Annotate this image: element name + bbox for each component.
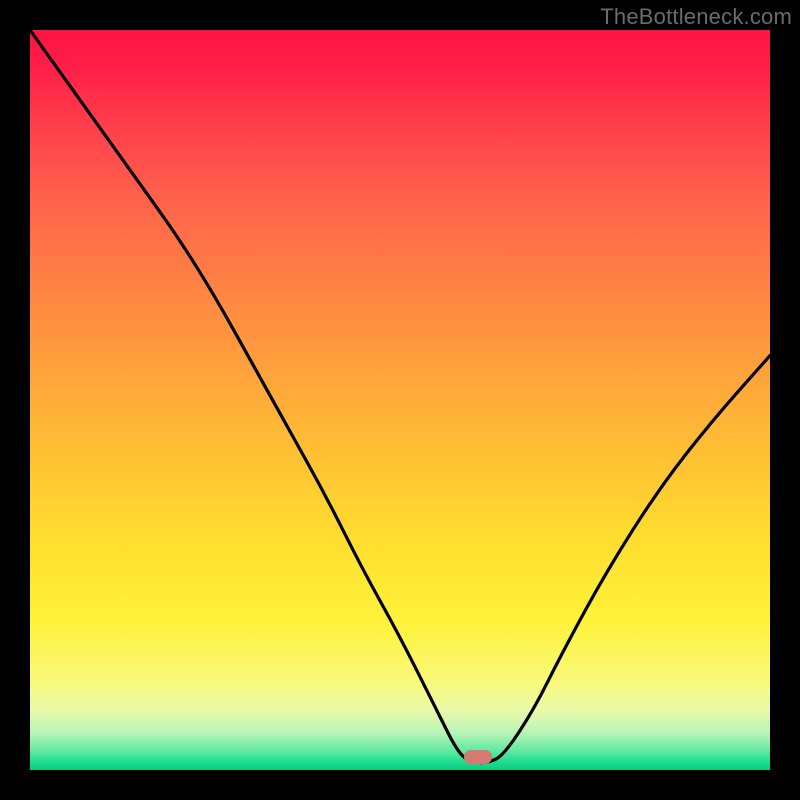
plot-area <box>30 30 770 770</box>
optimal-marker <box>464 750 492 764</box>
watermark-text: TheBottleneck.com <box>600 4 792 30</box>
chart-frame: TheBottleneck.com <box>0 0 800 800</box>
bottleneck-curve <box>30 30 770 770</box>
